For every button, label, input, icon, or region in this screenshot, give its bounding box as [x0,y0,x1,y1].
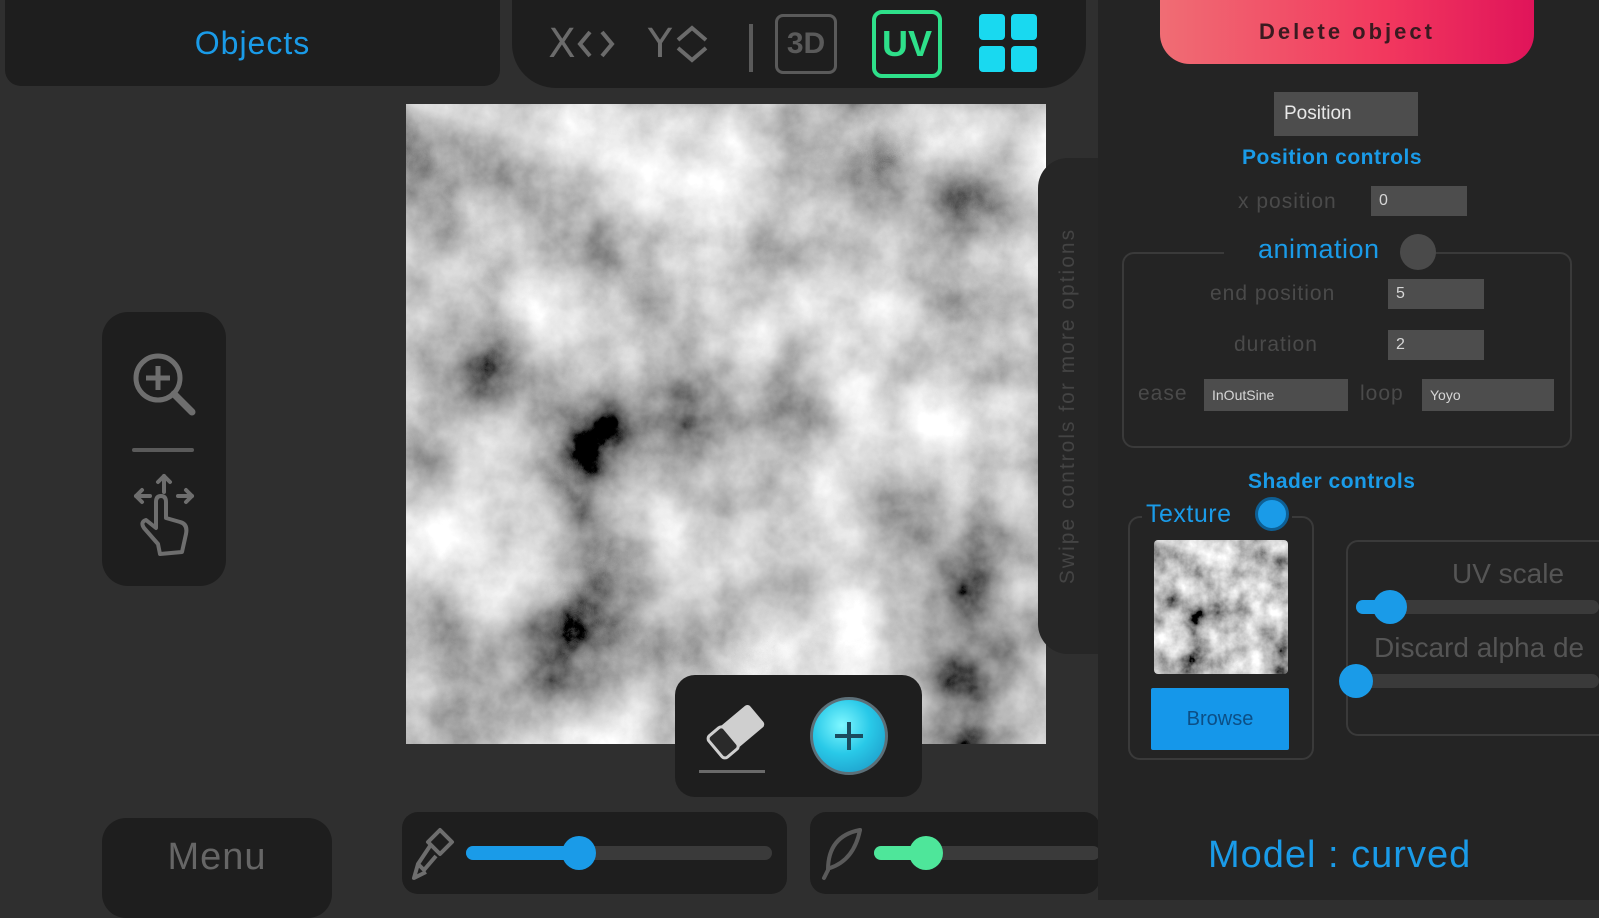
eraser-icon[interactable] [699,699,769,765]
texture-label: Texture [1146,500,1232,528]
brush-size-thumb[interactable] [562,836,597,870]
navigation-tool-panel [102,312,226,586]
brush-softness-panel [810,812,1100,894]
menu-label: Menu [167,836,267,878]
x-axis-label: X [548,21,576,67]
add-button[interactable] [810,697,888,775]
discard-alpha-thumb[interactable] [1339,664,1373,698]
x-axis-toggle[interactable]: X [542,14,622,74]
objects-tab-label: Objects [194,24,311,61]
uv-scale-thumb[interactable] [1373,590,1408,624]
objects-tab[interactable]: Objects [5,0,500,86]
section-dropdown-value: Position [1284,103,1352,124]
shader-controls-title: Shader controls [1248,470,1416,493]
texture-preview-image [1154,540,1288,674]
toolbar-divider [749,24,753,72]
tool-divider [132,448,194,452]
y-axis-label: Y [647,21,673,67]
noise-texture-image [406,104,1046,744]
x-position-input[interactable] [1371,186,1467,216]
ease-dropdown[interactable]: InOutSine [1204,379,1348,411]
discard-alpha-label: Discard alpha de [1374,632,1585,663]
browse-button[interactable]: Browse [1151,688,1289,750]
position-controls-title: Position controls [1242,146,1423,169]
end-position-label: end position [1210,282,1336,305]
end-position-input[interactable] [1388,279,1484,309]
object-inspector: Delete object Position Position controls… [1098,0,1599,900]
view-3d-label: 3D [786,27,826,60]
loop-dropdown-value: Yoyo [1430,387,1461,403]
model-label: Model : curved [1208,834,1472,876]
pan-hand-icon[interactable] [130,472,200,562]
browse-label: Browse [1186,707,1254,730]
animation-group [1122,252,1572,448]
duration-label: duration [1234,333,1318,356]
eraser-selected-indicator [699,770,765,773]
animation-toggle[interactable] [1400,234,1436,270]
menu-button[interactable]: Menu [102,818,332,918]
horizontal-arrows-icon [577,30,615,58]
section-dropdown[interactable]: Position [1274,92,1418,136]
zoom-in-icon[interactable] [130,350,198,418]
delete-object-button[interactable]: Delete object [1160,0,1534,64]
duration-input[interactable] [1388,330,1484,360]
texture-thumbnail [1154,540,1288,674]
loop-dropdown[interactable]: Yoyo [1422,379,1554,411]
brush-size-panel [402,812,787,894]
grid-view-button[interactable] [979,14,1039,74]
loop-label: loop [1360,382,1404,405]
vertical-arrows-icon [676,25,708,63]
swipe-options-tab[interactable]: Swipe controls for more options [1038,158,1098,654]
brush-softness-thumb[interactable] [908,836,943,870]
view-3d-button[interactable]: 3D [775,14,837,74]
uv-view-button[interactable]: UV [872,10,942,78]
discard-alpha-track[interactable] [1356,674,1599,688]
texture-toggle[interactable] [1255,497,1289,531]
delete-object-label: Delete object [1259,19,1435,44]
brush-icon [412,828,454,880]
uv-scale-label: UV scale [1452,558,1565,589]
x-position-label: x position [1238,190,1337,213]
plus-icon [835,722,863,750]
ease-label: ease [1138,382,1188,405]
paint-tools-panel [675,675,922,797]
view-toolbar: X Y 3D UV [512,0,1086,88]
y-axis-toggle[interactable]: Y [640,14,720,74]
animation-title: animation [1258,234,1380,264]
ease-dropdown-value: InOutSine [1212,387,1275,403]
texture-canvas[interactable] [406,104,1046,744]
feather-icon [822,828,862,880]
grid-icon [979,14,1005,40]
uv-view-label: UV [881,23,932,64]
swipe-hint-text: Swipe controls for more options [1056,227,1079,585]
